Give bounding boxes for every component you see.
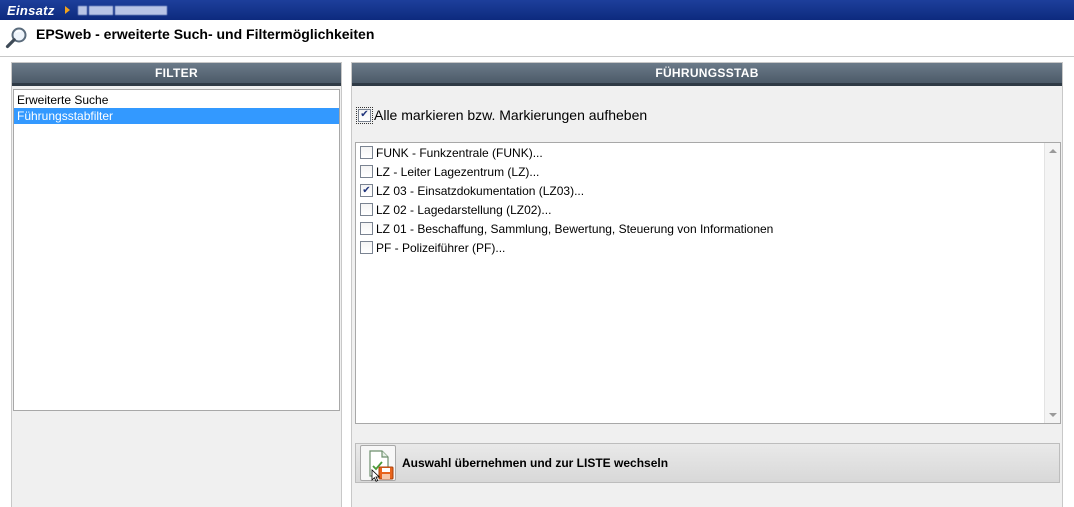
breadcrumb-redacted (77, 5, 173, 15)
item-label: LZ 01 - Beschaffung, Sammlung, Bewertung… (376, 221, 774, 236)
list-item[interactable]: FUNK - Funkzentrale (FUNK)... (356, 143, 1060, 162)
filter-panel-header: FILTER (12, 63, 341, 86)
filter-panel: FILTER Erweiterte Suche Führungsstabfilt… (11, 62, 342, 507)
item-label: PF - Polizeiführer (PF)... (376, 240, 506, 255)
select-all-checkbox[interactable]: ✔ (356, 106, 373, 124)
select-all-label[interactable]: Alle markieren bzw. Markierungen aufhebe… (374, 107, 647, 123)
item-label: LZ 03 - Einsatzdokumentation (LZ03)... (376, 183, 585, 198)
list-item[interactable]: LZ - Leiter Lagezentrum (LZ)... (356, 162, 1060, 181)
item-checkbox[interactable] (360, 165, 373, 178)
item-checkbox[interactable] (360, 146, 373, 159)
fuehrungsstab-panel: FÜHRUNGSSTAB ✔ Alle markieren bzw. Marki… (351, 62, 1063, 507)
list-item[interactable]: ✔ LZ 03 - Einsatzdokumentation (LZ03)... (356, 181, 1060, 200)
scroll-up-arrow-icon[interactable] (1049, 149, 1057, 153)
stab-checklist[interactable]: FUNK - Funkzentrale (FUNK)... LZ - Leite… (355, 142, 1061, 424)
list-item[interactable]: LZ 02 - Lagedarstellung (LZ02)... (356, 200, 1060, 219)
item-checkbox[interactable] (360, 241, 373, 254)
title-bar: EPSweb - erweiterte Such- und Filtermögl… (0, 20, 1074, 57)
item-label: LZ 02 - Lagedarstellung (LZ02)... (376, 202, 552, 217)
item-label: FUNK - Funkzentrale (FUNK)... (376, 145, 543, 160)
filter-item-erweiterte-suche[interactable]: Erweiterte Suche (14, 92, 339, 108)
list-item[interactable]: PF - Polizeiführer (PF)... (356, 238, 1060, 257)
apply-selection-button[interactable]: Auswahl übernehmen und zur LISTE wechsel… (355, 443, 1060, 483)
breadcrumb-arrow-icon (64, 6, 70, 14)
item-checkbox[interactable] (360, 203, 373, 216)
page-title: EPSweb - erweiterte Such- und Filtermögl… (36, 26, 375, 42)
apply-selection-label: Auswahl übernehmen und zur LISTE wechsel… (402, 456, 669, 470)
list-item[interactable]: LZ 01 - Beschaffung, Sammlung, Bewertung… (356, 219, 1060, 238)
filter-item-fuehrungsstabfilter[interactable]: Führungsstabfilter (14, 108, 339, 124)
item-label: LZ - Leiter Lagezentrum (LZ)... (376, 164, 540, 179)
magnifier-icon (5, 27, 27, 49)
item-checkbox[interactable] (360, 222, 373, 235)
list-scrollbar[interactable] (1044, 143, 1060, 423)
filter-list[interactable]: Erweiterte Suche Führungsstabfilter (13, 89, 340, 411)
app-name[interactable]: Einsatz (7, 3, 55, 18)
select-all-row[interactable]: ✔ Alle markieren bzw. Markierungen aufhe… (356, 106, 647, 124)
fuehrungsstab-panel-header: FÜHRUNGSSTAB (352, 63, 1062, 86)
item-checkbox[interactable]: ✔ (360, 184, 373, 197)
scroll-down-arrow-icon[interactable] (1049, 413, 1057, 417)
app-topbar: Einsatz (0, 0, 1074, 20)
document-save-icon[interactable] (360, 445, 396, 482)
